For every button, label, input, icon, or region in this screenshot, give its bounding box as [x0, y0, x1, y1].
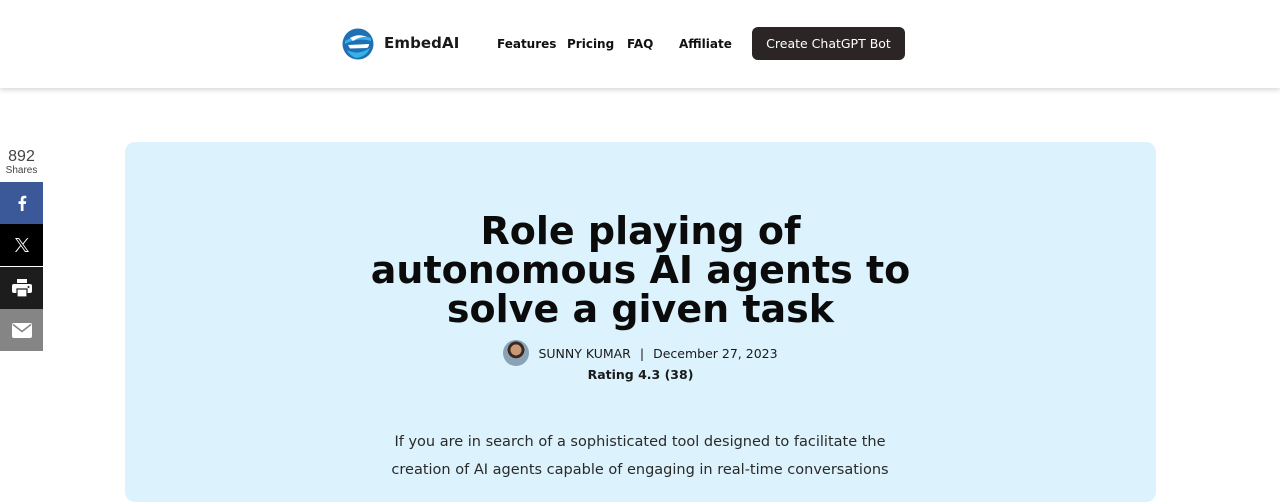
facebook-share-button[interactable] — [0, 182, 43, 224]
author-name[interactable]: SUNNY KUMAR — [538, 346, 630, 361]
print-icon — [11, 279, 32, 297]
article-intro: If you are in search of a sophisticated … — [391, 434, 889, 478]
title-line: solve a given task — [446, 287, 835, 331]
nav-affiliate[interactable]: Affiliate — [679, 37, 732, 51]
print-share-button[interactable] — [0, 267, 43, 309]
share-count-label: Shares — [5, 165, 38, 176]
title-line: autonomous AI agents to — [370, 248, 911, 292]
publish-date: December 27, 2023 — [653, 345, 778, 361]
email-icon — [11, 322, 32, 338]
email-share-button[interactable] — [0, 309, 43, 351]
x-share-button[interactable] — [0, 224, 43, 266]
article-rating: Rating 4.3 (38) — [587, 367, 694, 382]
site-header: EmbedAI Features Pricing FAQ Affiliate C… — [0, 0, 1280, 88]
share-count: 892 Shares — [0, 148, 43, 177]
embedai-logo-icon[interactable] — [342, 28, 374, 60]
nav-faq[interactable]: FAQ — [627, 37, 653, 51]
article-meta: SUNNY KUMAR | December 27, 2023 — [125, 340, 1156, 366]
article-title: Role playing of autonomous AI agents to … — [125, 212, 1156, 329]
nav-features[interactable]: Features — [497, 37, 556, 51]
author-avatar[interactable] — [503, 340, 530, 366]
brand-name[interactable]: EmbedAI — [384, 34, 459, 52]
x-icon — [14, 238, 29, 252]
title-line: Role playing of — [480, 209, 801, 253]
meta-separator: | — [639, 345, 645, 361]
nav-pricing[interactable]: Pricing — [567, 37, 614, 51]
article-hero: Role playing of autonomous AI agents to … — [125, 142, 1156, 502]
facebook-icon — [18, 195, 26, 211]
share-count-number: 892 — [8, 148, 35, 165]
create-chatgpt-bot-button[interactable]: Create ChatGPT Bot — [752, 27, 905, 60]
